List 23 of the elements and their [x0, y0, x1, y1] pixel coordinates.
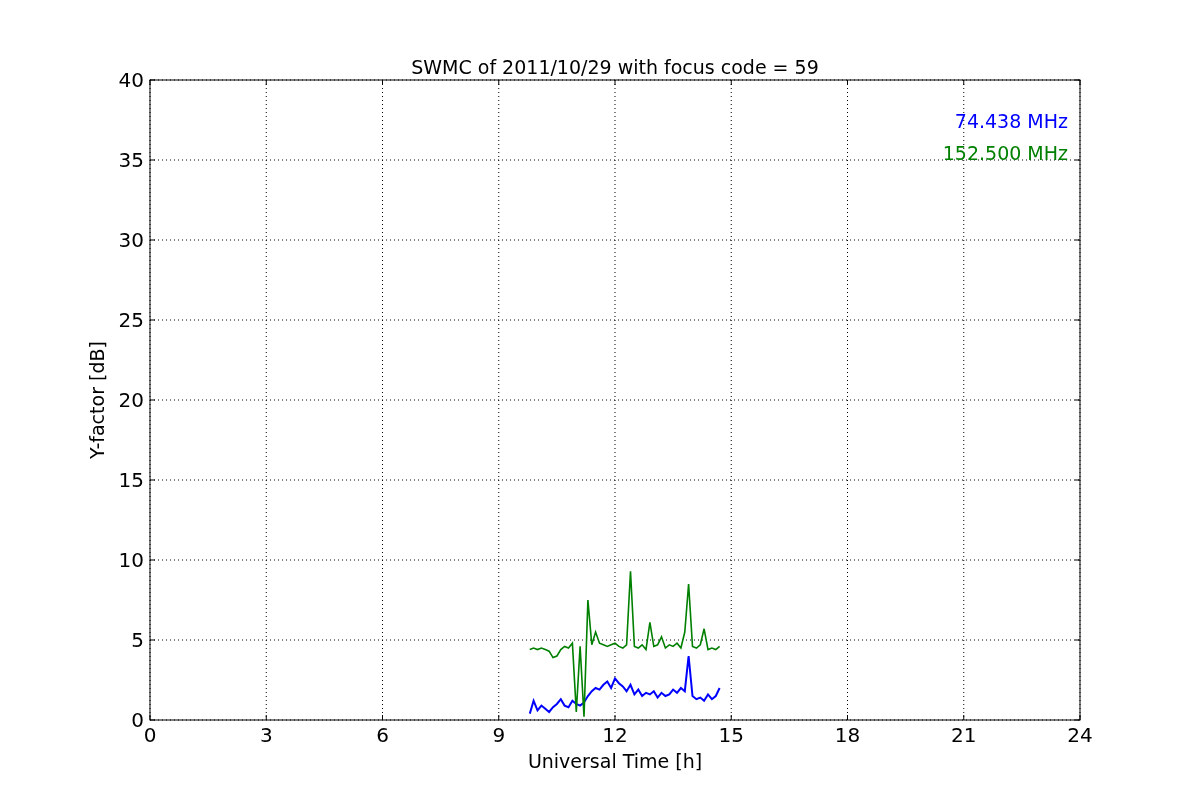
- y-tick-label: 35: [118, 148, 144, 172]
- y-tick-label: 10: [118, 548, 144, 572]
- x-tick-label: 24: [1067, 723, 1093, 747]
- y-tick-label: 25: [118, 308, 144, 332]
- x-tick-label: 15: [718, 723, 744, 747]
- y-tick-label: 15: [118, 468, 144, 492]
- y-axis-label: Y-factor [dB]: [86, 341, 108, 459]
- y-tick-label: 40: [118, 68, 144, 92]
- legend-label: 152.500 MHz: [942, 142, 1068, 164]
- x-tick-label: 3: [259, 723, 273, 747]
- x-tick-label: 9: [492, 723, 506, 747]
- x-tick-label: 12: [602, 723, 628, 747]
- chart-title: SWMC of 2011/10/29 with focus code = 59: [411, 56, 819, 78]
- y-tick-label: 0: [131, 708, 144, 732]
- x-tick-label: 18: [834, 723, 861, 747]
- x-axis-label: Universal Time [h]: [527, 750, 703, 772]
- x-tick-label: 21: [951, 723, 977, 747]
- y-tick-label: 5: [131, 628, 144, 652]
- x-tick-label: 0: [143, 723, 157, 747]
- legend-label: 74.438 MHz: [954, 110, 1068, 132]
- y-tick-label: 20: [118, 388, 144, 412]
- y-tick-label: 30: [118, 228, 144, 252]
- x-tick-label: 6: [376, 723, 389, 747]
